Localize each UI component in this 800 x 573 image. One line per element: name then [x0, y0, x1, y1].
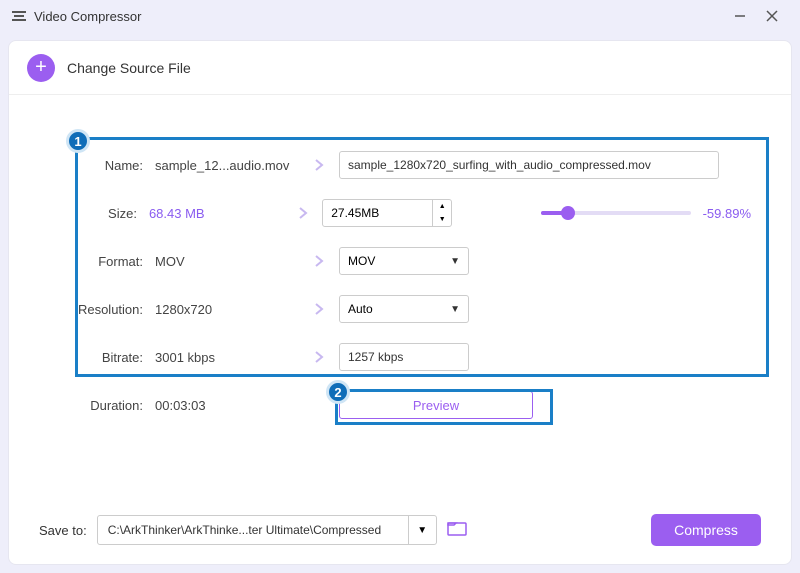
- save-path-select[interactable]: C:\ArkThinker\ArkThinke...ter Ultimate\C…: [97, 515, 437, 545]
- preview-button[interactable]: Preview: [339, 391, 533, 419]
- chevron-down-icon[interactable]: ▼: [408, 516, 436, 544]
- target-size-spinner[interactable]: ▲ ▼: [322, 199, 452, 227]
- main-panel: + Change Source File 1 2 Name: sample_12…: [8, 40, 792, 565]
- minimize-button[interactable]: [724, 0, 756, 32]
- label-size: Size:: [39, 206, 143, 221]
- save-path-text: C:\ArkThinker\ArkThinke...ter Ultimate\C…: [98, 523, 408, 537]
- source-name: sample_12...audio.mov: [149, 158, 299, 173]
- label-name: Name:: [39, 158, 149, 173]
- row-name: Name: sample_12...audio.mov: [39, 141, 761, 189]
- arrow-icon: [299, 255, 339, 267]
- target-bitrate-input[interactable]: [339, 343, 469, 371]
- label-duration: Duration:: [39, 398, 149, 413]
- row-bitrate: Bitrate: 3001 kbps: [39, 333, 761, 381]
- window-title: Video Compressor: [34, 9, 141, 24]
- header-row: + Change Source File: [9, 41, 791, 95]
- size-slider[interactable]: [541, 211, 691, 215]
- target-format-select[interactable]: MOV ▼: [339, 247, 469, 275]
- arrow-icon: [299, 351, 339, 363]
- row-resolution: Resolution: 1280x720 Auto ▼: [39, 285, 761, 333]
- label-format: Format:: [39, 254, 149, 269]
- source-bitrate: 3001 kbps: [149, 350, 299, 365]
- target-resolution-select[interactable]: Auto ▼: [339, 295, 469, 323]
- arrow-icon: [299, 303, 339, 315]
- app-icon: [12, 9, 26, 23]
- target-name-input[interactable]: [339, 151, 719, 179]
- open-folder-button[interactable]: [447, 520, 467, 541]
- callout-badge-2: 2: [326, 380, 350, 404]
- callout-badge-1: 1: [66, 129, 90, 153]
- row-format: Format: MOV MOV ▼: [39, 237, 761, 285]
- arrow-icon: [299, 159, 339, 171]
- titlebar: Video Compressor: [0, 0, 800, 32]
- arrow-icon: [285, 207, 323, 219]
- label-save-to: Save to:: [39, 523, 87, 538]
- compress-button[interactable]: Compress: [651, 514, 761, 546]
- source-format: MOV: [149, 254, 299, 269]
- close-button[interactable]: [756, 0, 788, 32]
- target-format-value: MOV: [348, 254, 375, 268]
- chevron-down-icon: ▼: [450, 304, 460, 315]
- change-source-link[interactable]: Change Source File: [67, 60, 191, 76]
- target-resolution-value: Auto: [348, 302, 373, 316]
- source-resolution: 1280x720: [149, 302, 299, 317]
- content-area: 1 2 Name: sample_12...audio.mov Size: 68…: [9, 95, 791, 429]
- spinner-down[interactable]: ▼: [433, 213, 451, 226]
- add-icon[interactable]: +: [27, 54, 55, 82]
- chevron-down-icon: ▼: [450, 256, 460, 267]
- label-resolution: Resolution:: [39, 302, 149, 317]
- size-reduction: -59.89%: [703, 206, 761, 221]
- row-size: Size: 68.43 MB ▲ ▼: [39, 189, 761, 237]
- size-slider-group: -59.89%: [531, 206, 761, 221]
- slider-thumb[interactable]: [561, 206, 575, 220]
- label-bitrate: Bitrate:: [39, 350, 149, 365]
- target-size-input[interactable]: [323, 206, 432, 220]
- footer: Save to: C:\ArkThinker\ArkThinke...ter U…: [39, 514, 761, 546]
- settings-form: Name: sample_12...audio.mov Size: 68.43 …: [39, 113, 761, 429]
- spinner-up[interactable]: ▲: [433, 200, 451, 213]
- source-duration: 00:03:03: [149, 398, 299, 413]
- row-duration: Duration: 00:03:03 Preview: [39, 381, 761, 429]
- source-size: 68.43 MB: [143, 206, 285, 221]
